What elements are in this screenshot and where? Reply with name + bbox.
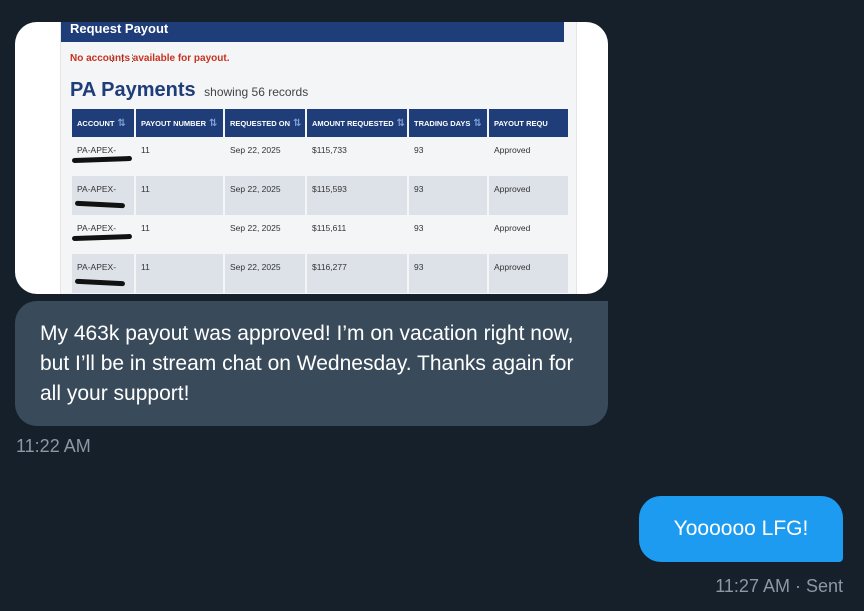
outgoing-message-status: 11:27 AM · Sent (715, 576, 843, 596)
sort-icon[interactable]: ⇅ (118, 118, 126, 129)
sort-icon[interactable]: ⇅ (209, 118, 217, 129)
table-row: PA-APEX- 11 Sep 22, 2025 $116,277 93 App… (72, 254, 568, 293)
col-payout-number[interactable]: PAYOUT NUMBER ⇅ (136, 109, 223, 137)
sort-icon[interactable]: ⇅ (473, 118, 481, 129)
redaction-mark (71, 233, 133, 242)
table-row: PA-APEX- 11 Sep 22, 2025 $115,733 93 App… (71, 137, 568, 176)
table-row: PA-APEX- 11 Sep 22, 2025 $115,611 93 App… (71, 215, 568, 254)
col-amount-requested[interactable]: AMOUNT REQUESTED ⇅ (307, 109, 407, 137)
outgoing-message-bubble[interactable]: Yoooooo LFG! (639, 496, 843, 562)
table-row: PA-APEX- 11 Sep 22, 2025 $115,593 93 App… (72, 176, 568, 215)
incoming-message-bubble[interactable]: My 463k payout was approved! I’m on vaca… (15, 301, 608, 426)
redaction-mark (74, 278, 126, 287)
no-accounts-message: No accounts available for payout. (70, 53, 230, 64)
payout-document: Request Payout No accounts available for… (60, 22, 577, 294)
sort-icon[interactable]: ⇅ (293, 118, 301, 129)
incoming-message-time: 11:22 AM (16, 436, 91, 456)
request-payout-header: Request Payout (61, 22, 564, 42)
pa-payments-title: PA Payments showing 56 records (70, 79, 308, 102)
redaction-mark (74, 200, 126, 209)
section-title: PA Payments (70, 79, 196, 101)
record-count: showing 56 records (204, 85, 309, 99)
col-trading-days[interactable]: TRADING DAYS ⇅ (409, 109, 487, 137)
drag-handle-icon: ⋮⋮⋮ (108, 53, 138, 63)
image-attachment[interactable]: Request Payout No accounts available for… (15, 22, 608, 294)
redaction-mark (71, 155, 133, 164)
col-account[interactable]: ACCOUNT ⇅ (72, 109, 134, 137)
sort-icon[interactable]: ⇅ (397, 118, 405, 129)
col-requested-on[interactable]: REQUESTED ON ⇅ (225, 109, 305, 137)
col-payout-request[interactable]: PAYOUT REQU (489, 109, 568, 137)
payments-table: ACCOUNT ⇅ PAYOUT NUMBER ⇅ REQUESTED ON ⇅ AM… (70, 109, 570, 293)
